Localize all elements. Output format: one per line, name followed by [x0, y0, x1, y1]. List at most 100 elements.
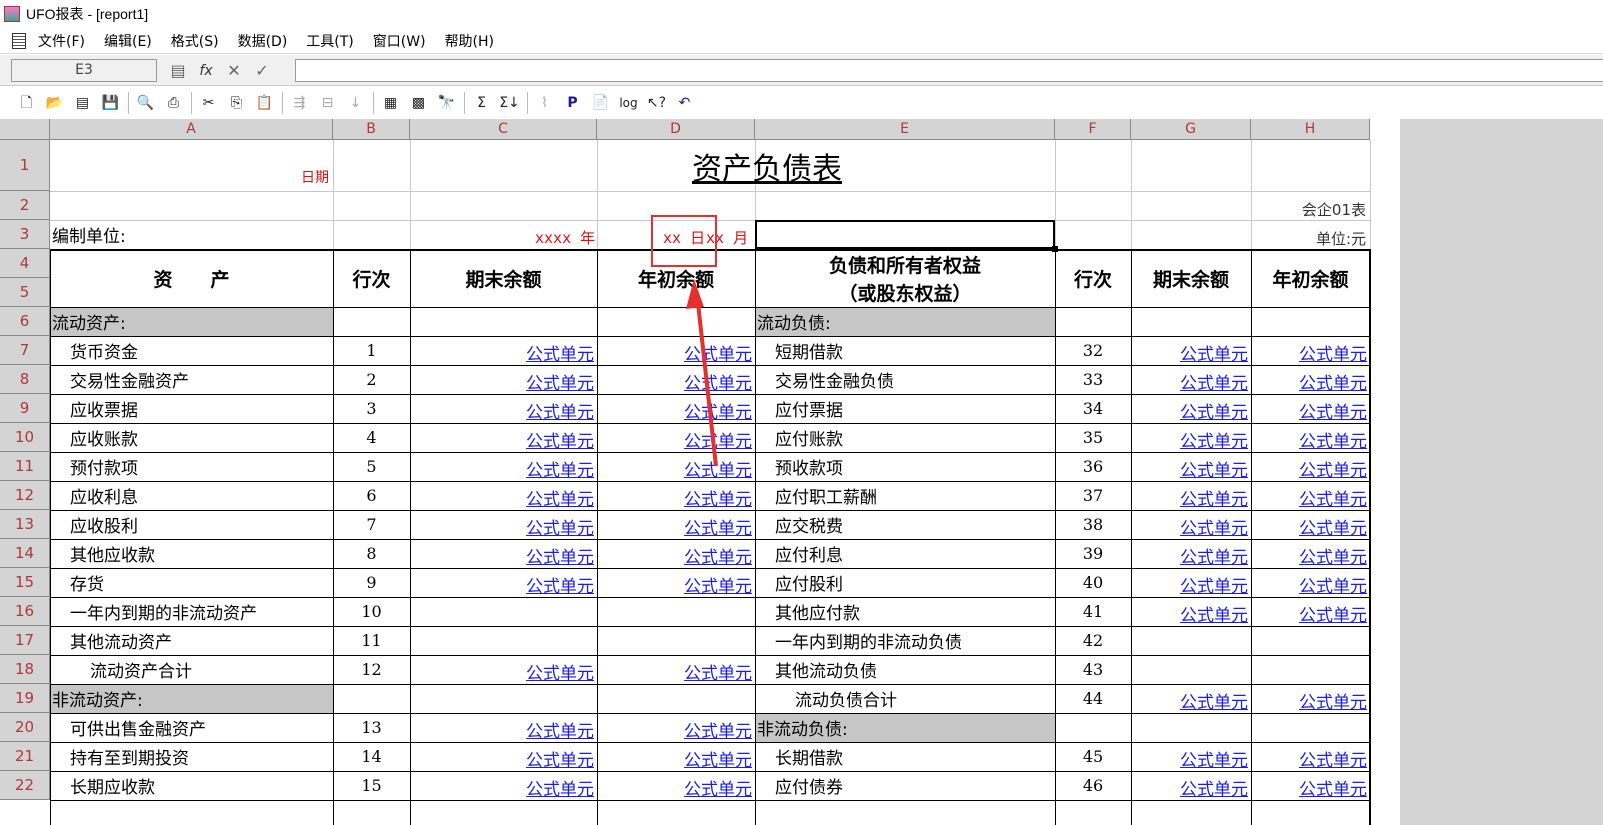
row-header-21[interactable]: 21: [0, 742, 50, 771]
day-field[interactable]: xx 日: [663, 226, 705, 248]
cell-reference-box[interactable]: E3: [11, 59, 157, 82]
asset-begin-balance-formula[interactable]: 公式单元: [597, 655, 755, 684]
open-icon[interactable]: 📂: [44, 92, 65, 114]
row-header-12[interactable]: 12: [0, 481, 50, 510]
column-header-a[interactable]: A: [50, 119, 333, 140]
row-header-4[interactable]: 4: [0, 249, 50, 278]
selected-cell-e3[interactable]: [755, 220, 1055, 249]
liability-end-balance-formula[interactable]: 公式单元: [1131, 365, 1251, 394]
liability-begin-balance-formula[interactable]: 公式单元: [1251, 684, 1370, 713]
column-header-e[interactable]: E: [755, 119, 1055, 140]
row-header-14[interactable]: 14: [0, 539, 50, 568]
liability-end-balance-formula[interactable]: 公式单元: [1131, 510, 1251, 539]
asset-end-balance-formula[interactable]: 公式单元: [410, 539, 597, 568]
select-all-corner[interactable]: [0, 119, 50, 140]
column-header-g[interactable]: G: [1131, 119, 1251, 140]
document-icon[interactable]: ▤: [72, 92, 93, 114]
menu-help[interactable]: 帮助(H): [443, 29, 496, 53]
asset-end-balance-formula[interactable]: 公式单元: [410, 742, 597, 771]
help-pointer-icon[interactable]: ↖?: [646, 92, 667, 114]
menu-data[interactable]: 数据(D): [236, 29, 290, 53]
liability-end-balance-formula[interactable]: 公式单元: [1131, 423, 1251, 452]
asset-begin-balance-formula[interactable]: 公式单元: [597, 510, 755, 539]
row-header-9[interactable]: 9: [0, 394, 50, 423]
chart-icon[interactable]: ⌇: [534, 92, 555, 114]
log-icon[interactable]: log: [618, 92, 639, 114]
clipboard-icon[interactable]: 📄: [590, 92, 611, 114]
cancel-icon[interactable]: ✕: [224, 61, 244, 81]
asset-end-balance-formula[interactable]: 公式单元: [410, 481, 597, 510]
confirm-icon[interactable]: ✓: [252, 61, 272, 81]
liability-begin-balance-formula[interactable]: 公式单元: [1251, 568, 1370, 597]
liability-end-balance-formula[interactable]: 公式单元: [1131, 597, 1251, 626]
row-header-5[interactable]: 5: [0, 278, 50, 307]
liability-begin-balance-formula[interactable]: 公式单元: [1251, 423, 1370, 452]
row-header-20[interactable]: 20: [0, 713, 50, 742]
liability-end-balance-formula[interactable]: 公式单元: [1131, 452, 1251, 481]
row-header-2[interactable]: 2: [0, 191, 50, 220]
function-icon[interactable]: fx: [196, 61, 216, 81]
asset-begin-balance-formula[interactable]: 公式单元: [597, 423, 755, 452]
formula-input[interactable]: [295, 59, 1603, 82]
row-header-6[interactable]: 6: [0, 307, 50, 336]
liability-end-balance-formula[interactable]: 公式单元: [1131, 481, 1251, 510]
menu-window[interactable]: 窗口(W): [371, 29, 428, 53]
column-header-b[interactable]: B: [333, 119, 410, 140]
liability-begin-balance-formula[interactable]: 公式单元: [1251, 539, 1370, 568]
document-icon[interactable]: [12, 32, 26, 49]
liability-end-balance-formula[interactable]: 公式单元: [1131, 771, 1251, 800]
cut-icon[interactable]: ✂: [198, 92, 219, 114]
asset-end-balance-formula[interactable]: 公式单元: [410, 452, 597, 481]
combine-cells-icon[interactable]: ▦: [380, 92, 401, 114]
liability-end-balance-formula[interactable]: 公式单元: [1131, 336, 1251, 365]
month-field[interactable]: xx 月: [706, 226, 748, 248]
column-header-d[interactable]: D: [597, 119, 755, 140]
new-icon[interactable]: 🗋: [16, 92, 37, 114]
print-icon[interactable]: ⎙: [163, 92, 184, 114]
asset-begin-balance-formula[interactable]: 公式单元: [597, 568, 755, 597]
asset-begin-balance-formula[interactable]: 公式单元: [597, 336, 755, 365]
row-header-16[interactable]: 16: [0, 597, 50, 626]
asset-begin-balance-formula[interactable]: 公式单元: [597, 452, 755, 481]
save-icon[interactable]: 💾: [100, 92, 121, 114]
row-header-18[interactable]: 18: [0, 655, 50, 684]
asset-end-balance-formula[interactable]: 公式单元: [410, 394, 597, 423]
column-header-h[interactable]: H: [1251, 119, 1370, 140]
area-icon[interactable]: ▩: [408, 92, 429, 114]
liability-begin-balance-formula[interactable]: 公式单元: [1251, 742, 1370, 771]
asset-begin-balance-formula[interactable]: 公式单元: [597, 713, 755, 742]
liability-begin-balance-formula[interactable]: 公式单元: [1251, 771, 1370, 800]
asset-begin-balance-formula[interactable]: 公式单元: [597, 771, 755, 800]
row-header-17[interactable]: 17: [0, 626, 50, 655]
menu-edit[interactable]: 编辑(E): [102, 29, 154, 53]
menu-format[interactable]: 格式(S): [169, 29, 221, 53]
liability-end-balance-formula[interactable]: 公式单元: [1131, 568, 1251, 597]
print-preview-icon[interactable]: 🔍: [135, 92, 156, 114]
row-header-3[interactable]: 3: [0, 220, 50, 249]
asset-end-balance-formula[interactable]: 公式单元: [410, 568, 597, 597]
asset-end-balance-formula[interactable]: 公式单元: [410, 655, 597, 684]
row-header-22[interactable]: 22: [0, 771, 50, 800]
liability-end-balance-formula[interactable]: 公式单元: [1131, 742, 1251, 771]
liability-begin-balance-formula[interactable]: 公式单元: [1251, 481, 1370, 510]
row-header-8[interactable]: 8: [0, 365, 50, 394]
insert-row-icon[interactable]: ⇶: [289, 92, 310, 114]
liability-end-balance-formula[interactable]: 公式单元: [1131, 539, 1251, 568]
row-header-13[interactable]: 13: [0, 510, 50, 539]
asset-begin-balance-formula[interactable]: 公式单元: [597, 539, 755, 568]
liability-begin-balance-formula[interactable]: 公式单元: [1251, 394, 1370, 423]
sum-column-icon[interactable]: Σ↓: [499, 92, 520, 114]
sort-icon[interactable]: ↓: [345, 92, 366, 114]
p-icon[interactable]: P: [562, 92, 583, 114]
asset-begin-balance-formula[interactable]: 公式单元: [597, 481, 755, 510]
undo-icon[interactable]: ↶: [674, 92, 695, 114]
menu-file[interactable]: 文件(F): [36, 29, 87, 53]
asset-end-balance-formula[interactable]: 公式单元: [410, 365, 597, 394]
liability-end-balance-formula[interactable]: 公式单元: [1131, 684, 1251, 713]
liability-begin-balance-formula[interactable]: 公式单元: [1251, 336, 1370, 365]
column-header-f[interactable]: F: [1055, 119, 1131, 140]
row-header-19[interactable]: 19: [0, 684, 50, 713]
liability-begin-balance-formula[interactable]: 公式单元: [1251, 452, 1370, 481]
column-header-c[interactable]: C: [410, 119, 597, 140]
sum-icon[interactable]: Σ: [471, 92, 492, 114]
